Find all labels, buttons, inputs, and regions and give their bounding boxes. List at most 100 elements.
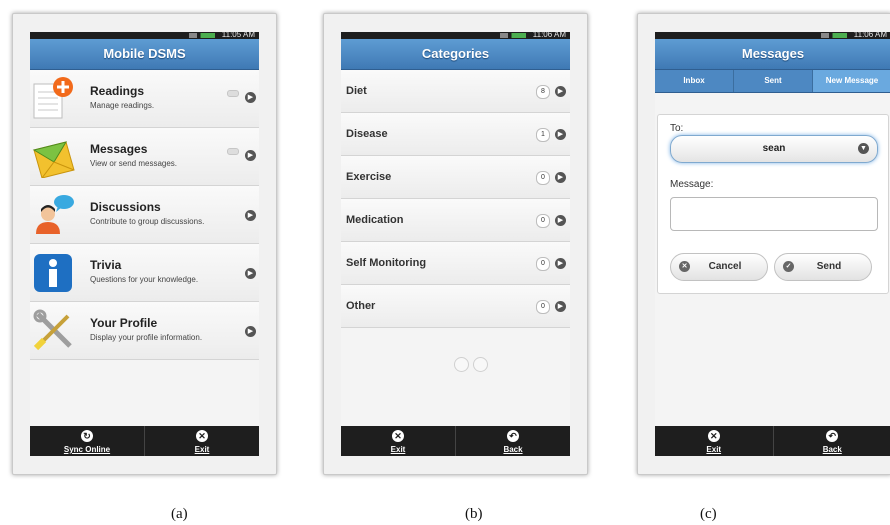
- recipient-value: sean: [762, 143, 786, 154]
- signal-icon: [500, 33, 526, 38]
- category-label: Diet: [346, 85, 367, 97]
- trivia-info-icon: [34, 254, 72, 292]
- discussions-person-icon: [36, 195, 74, 234]
- footer-label: Back: [822, 445, 842, 454]
- recipient-select[interactable]: sean ▼: [670, 135, 878, 163]
- menu-item-trivia[interactable]: Trivia Questions for your knowledge. ▶: [30, 244, 259, 302]
- category-item-disease[interactable]: Disease 1 ▶: [341, 113, 570, 156]
- back-icon: ↶: [826, 430, 839, 442]
- count-badge: 0: [536, 300, 550, 314]
- back-button[interactable]: ↶ Back: [456, 426, 570, 456]
- cancel-button[interactable]: ✕ Cancel: [670, 253, 768, 281]
- status-clock: 11:05 AM: [221, 32, 255, 39]
- status-clock: 11:06 AM: [853, 32, 887, 39]
- menu-item-title: Discussions: [90, 200, 161, 214]
- sync-online-button[interactable]: ↻ Sync Online: [30, 426, 145, 456]
- category-item-other[interactable]: Other 0 ▶: [341, 285, 570, 328]
- back-icon: ↶: [507, 430, 519, 442]
- category-item-exercise[interactable]: Exercise 0 ▶: [341, 156, 570, 199]
- message-textarea[interactable]: [670, 197, 878, 231]
- footer-label: Exit: [194, 445, 210, 454]
- chevron-right-icon: ▶: [245, 326, 256, 337]
- phone-frame-c: 11:06 AM Messages Inbox Sent New Message…: [637, 13, 890, 475]
- menu-item-title: Readings: [90, 84, 145, 98]
- sync-icon: ↻: [81, 430, 93, 442]
- status-bar: 11:05 AM: [30, 32, 259, 39]
- chevron-right-icon: ▶: [555, 86, 566, 97]
- header-title: Mobile DSMS: [30, 39, 259, 70]
- send-label: Send: [816, 261, 842, 272]
- menu-item-subtitle: Contribute to group discussions.: [90, 217, 205, 226]
- count-badge: 8: [536, 85, 550, 99]
- signal-icon: [189, 33, 215, 38]
- category-label: Exercise: [346, 171, 392, 183]
- chevron-right-icon: ▶: [555, 215, 566, 226]
- back-button[interactable]: ↶ Back: [774, 426, 890, 456]
- exit-button[interactable]: ✕ Exit: [341, 426, 456, 456]
- menu-item-subtitle: Manage readings.: [90, 101, 155, 110]
- cancel-label: Cancel: [708, 261, 742, 272]
- category-label: Other: [346, 300, 376, 312]
- chevron-right-icon: ▶: [555, 172, 566, 183]
- exit-button[interactable]: ✕ Exit: [655, 426, 774, 456]
- footer-label: Exit: [706, 445, 722, 454]
- chevron-right-icon: ▶: [245, 150, 256, 161]
- category-label: Medication: [346, 214, 404, 226]
- footer-label: Sync Online: [63, 445, 111, 454]
- send-button[interactable]: ✓ Send: [774, 253, 872, 281]
- signal-icon: [821, 33, 847, 38]
- tab-sent[interactable]: Sent: [734, 70, 813, 92]
- phone-frame-b: 11:06 AM Categories Diet 8 ▶ Disease 1 ▶…: [323, 13, 588, 475]
- menu-item-discussions[interactable]: Discussions Contribute to group discussi…: [30, 186, 259, 244]
- menu-item-title: Messages: [90, 142, 148, 156]
- profile-tools-icon: [33, 309, 72, 351]
- tab-new-message[interactable]: New Message: [813, 70, 890, 92]
- count-badge: 0: [536, 214, 550, 228]
- chevron-right-icon: ▶: [555, 301, 566, 312]
- phone-frame-a: 11:05 AM Mobile DSMS Readings Manage rea…: [12, 13, 277, 475]
- chevron-down-icon: ▼: [858, 143, 869, 154]
- menu-item-your-profile[interactable]: Your Profile Display your profile inform…: [30, 302, 259, 360]
- caption-c: (c): [700, 506, 717, 522]
- messages-envelope-icon: [32, 141, 75, 178]
- menu-item-readings[interactable]: Readings Manage readings. ▶: [30, 70, 259, 128]
- screen-a: 11:05 AM Mobile DSMS Readings Manage rea…: [30, 32, 259, 456]
- tab-inbox[interactable]: Inbox: [655, 70, 734, 92]
- exit-button[interactable]: ✕ Exit: [145, 426, 259, 456]
- to-label: To:: [670, 123, 684, 134]
- footer-navbar: ↻ Sync Online ✕ Exit: [30, 426, 259, 456]
- count-badge: 0: [536, 257, 550, 271]
- loading-indicator: [473, 357, 488, 372]
- status-bar: 11:06 AM: [341, 32, 570, 39]
- menu-item-title: Trivia: [90, 258, 122, 272]
- chevron-right-icon: ▶: [245, 268, 256, 279]
- close-icon: ✕: [196, 430, 208, 442]
- screen-b: 11:06 AM Categories Diet 8 ▶ Disease 1 ▶…: [341, 32, 570, 456]
- footer-navbar: ✕ Exit ↶ Back: [655, 426, 890, 456]
- footer-label: Back: [503, 445, 523, 454]
- header-title: Categories: [341, 39, 570, 70]
- message-label: Message:: [670, 179, 714, 190]
- count-badge: 0: [536, 171, 550, 185]
- category-label: Self Monitoring: [346, 257, 427, 269]
- caption-a: (a): [171, 506, 188, 522]
- caption-b: (b): [465, 506, 483, 522]
- category-label: Disease: [346, 128, 388, 140]
- category-item-medication[interactable]: Medication 0 ▶: [341, 199, 570, 242]
- footer-label: Exit: [390, 445, 406, 454]
- close-icon: ✕: [392, 430, 404, 442]
- new-message-form: To: sean ▼ Message: ✕ Cancel ✓ Send: [657, 114, 889, 294]
- loading-indicator: [454, 357, 469, 372]
- status-bar: 11:06 AM: [655, 32, 890, 39]
- badge-pill: [227, 90, 239, 97]
- chevron-right-icon: ▶: [555, 129, 566, 140]
- readings-add-icon: [33, 77, 73, 119]
- count-badge: 1: [536, 128, 550, 142]
- category-item-self-monitoring[interactable]: Self Monitoring 0 ▶: [341, 242, 570, 285]
- category-item-diet[interactable]: Diet 8 ▶: [341, 70, 570, 113]
- screen-c: 11:06 AM Messages Inbox Sent New Message…: [655, 32, 890, 456]
- chevron-right-icon: ▶: [245, 210, 256, 221]
- tab-bar: Inbox Sent New Message: [655, 70, 890, 93]
- menu-item-messages[interactable]: Messages View or send messages. ▶: [30, 128, 259, 186]
- menu-item-title: Your Profile: [90, 316, 158, 330]
